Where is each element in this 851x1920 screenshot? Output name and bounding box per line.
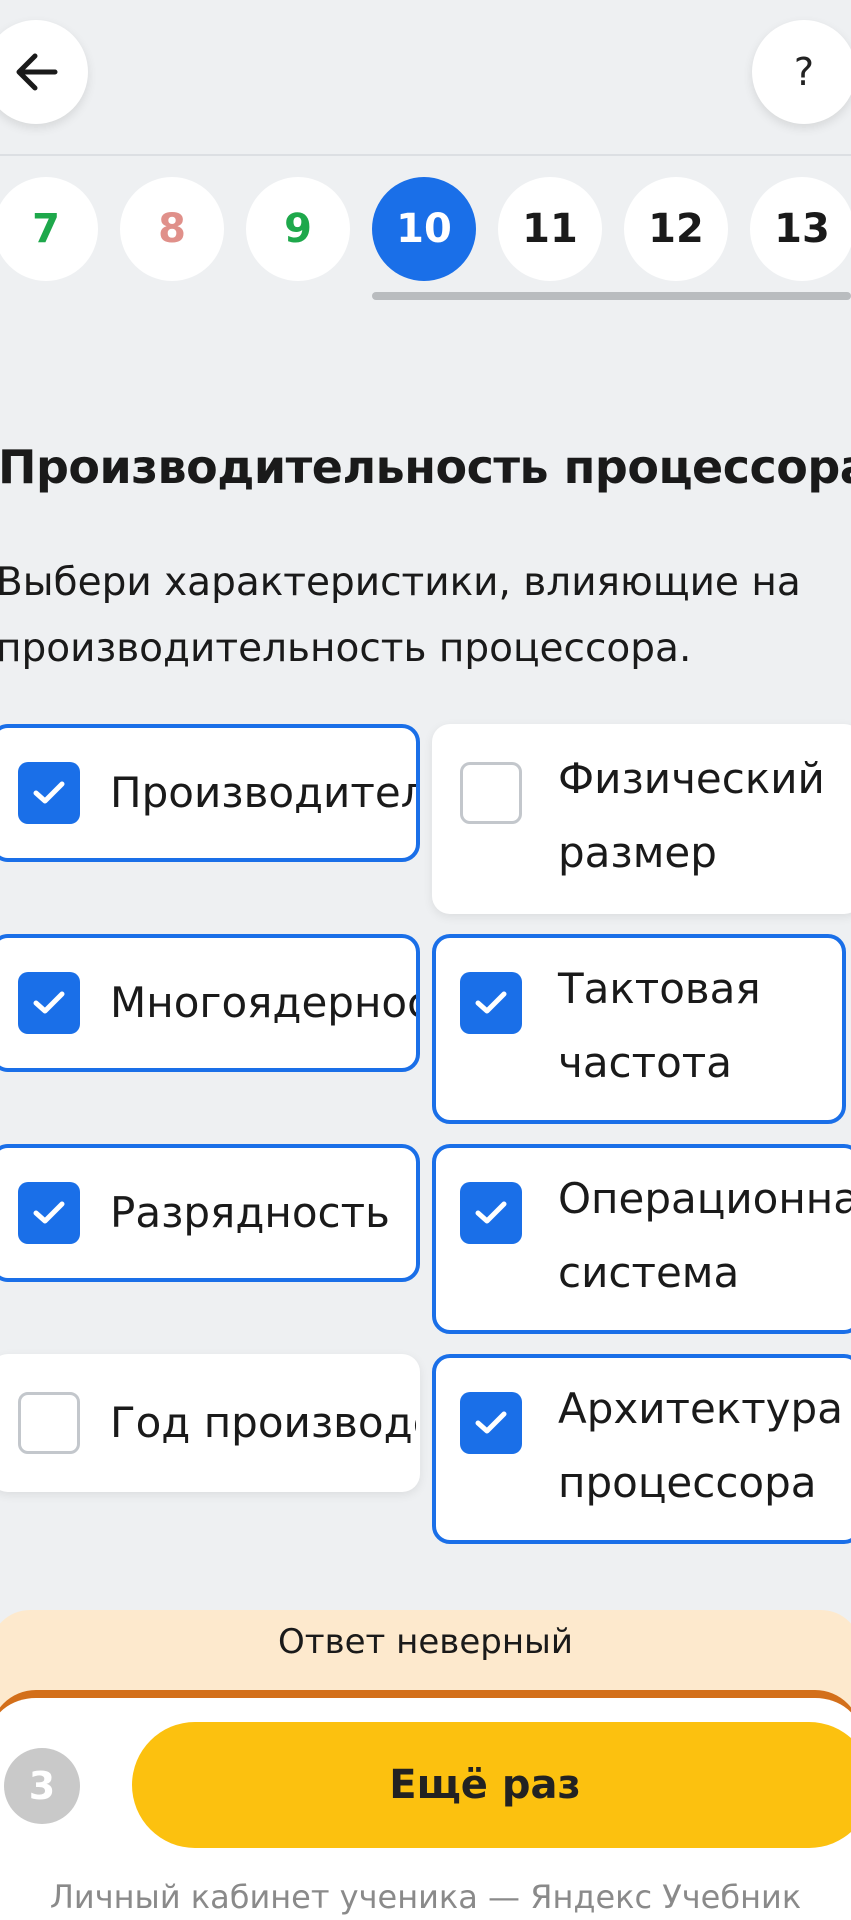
option-card[interactable]: Разрядность [0, 1144, 420, 1282]
pager-item[interactable]: 8 [120, 177, 224, 281]
retry-button[interactable]: Ещё раз [132, 1722, 851, 1848]
option-label: Физический размер [558, 754, 825, 877]
checkbox-checked[interactable] [460, 972, 522, 1034]
checkmark-icon [33, 991, 65, 1014]
checkbox-checked[interactable] [460, 1182, 522, 1244]
checkbox-checked[interactable] [18, 972, 80, 1034]
option-label: Год производства [110, 1398, 416, 1447]
option-label: Операционная система [558, 1174, 851, 1297]
help-button[interactable]: ? [752, 20, 851, 124]
pager-item[interactable]: 11 [498, 177, 602, 281]
checkmark-icon [475, 1201, 507, 1224]
task-title: Производительность процессора [0, 440, 851, 494]
task-description: Выбери характеристики, влияющие на произ… [0, 560, 801, 671]
checkbox-unchecked[interactable] [18, 1392, 80, 1454]
option-card[interactable]: Физический размер [432, 724, 851, 914]
pager-item-current[interactable]: 10 [372, 177, 476, 281]
option-card[interactable]: Производительность [0, 724, 420, 862]
checkbox-checked[interactable] [18, 762, 80, 824]
option-label: Многоядерность [110, 978, 416, 1027]
checkmark-icon [33, 781, 65, 804]
checkbox-checked[interactable] [18, 1182, 80, 1244]
option-card[interactable]: Операционная система [432, 1144, 851, 1334]
option-card[interactable]: Тактовая частота [432, 934, 846, 1124]
pager-item[interactable]: 12 [624, 177, 728, 281]
checkmark-icon [475, 1411, 507, 1434]
checkbox-checked[interactable] [460, 1392, 522, 1454]
pager-item[interactable]: 13 [750, 177, 851, 281]
option-card[interactable]: Год производства [0, 1354, 420, 1492]
attempts-badge: 3 [4, 1748, 80, 1824]
option-label: Тактовая частота [558, 964, 761, 1087]
current-task-indicator [372, 292, 851, 300]
feedback-message: Ответ неверный [278, 1622, 573, 1662]
arrow-left-icon [16, 53, 58, 91]
option-card[interactable]: Многоядерность [0, 934, 420, 1072]
footer-caption: Личный кабинет ученика — Яндекс Учебник [49, 1878, 802, 1916]
task-pager: 7 8 9 10 11 12 13 [0, 177, 851, 281]
header-divider [0, 154, 851, 156]
option-label: Архитектура процессора [558, 1384, 843, 1507]
back-button[interactable] [0, 20, 88, 124]
pager-item[interactable]: 7 [0, 177, 98, 281]
option-card[interactable]: Архитектура процессора [432, 1354, 851, 1544]
page: ? 7 8 9 10 11 12 13 Производительность п… [0, 0, 851, 1920]
checkmark-icon [33, 1201, 65, 1224]
pager-item[interactable]: 9 [246, 177, 350, 281]
option-label: Разрядность [110, 1188, 390, 1237]
option-label: Производительность [110, 768, 416, 817]
checkmark-icon [475, 991, 507, 1014]
checkbox-unchecked[interactable] [460, 762, 522, 824]
